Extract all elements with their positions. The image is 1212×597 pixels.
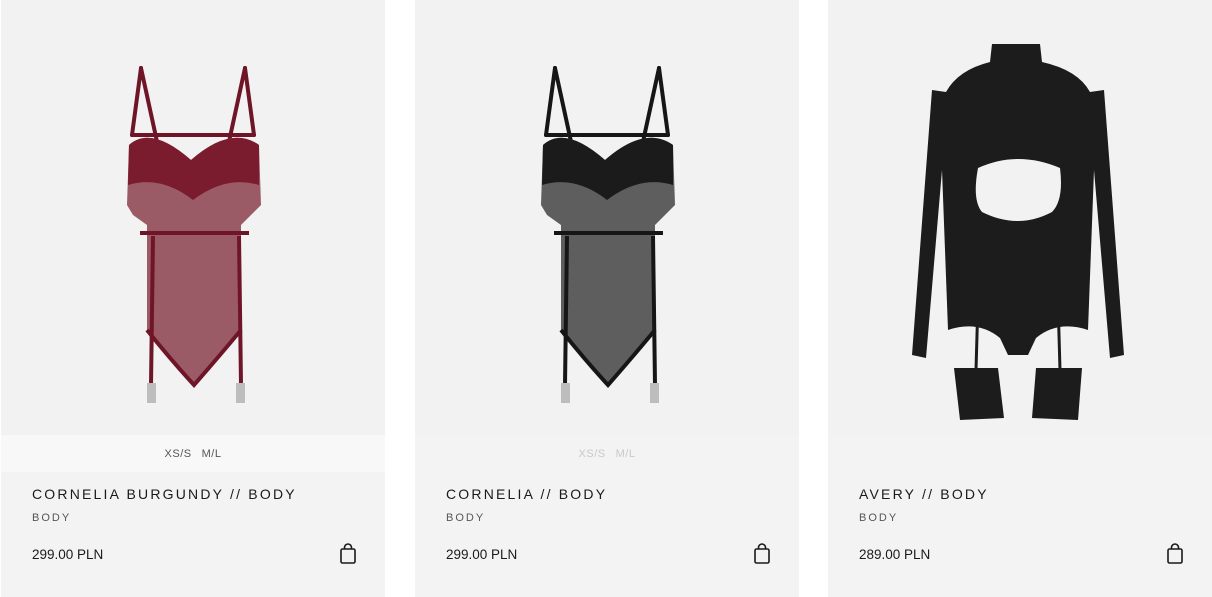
product-photo: [127, 66, 261, 403]
product-image[interactable]: [415, 0, 799, 435]
shopping-bag-icon[interactable]: [752, 543, 772, 565]
size-option[interactable]: XS/S: [579, 448, 606, 460]
product-card[interactable]: XS/S M/L CORNELIA // BODY BODY 299.00 PL…: [415, 0, 799, 597]
size-option[interactable]: M/L: [202, 448, 222, 460]
shopping-bag-icon[interactable]: [338, 543, 358, 565]
product-photo: [912, 44, 1124, 420]
product-category: BODY: [859, 512, 899, 524]
product-category: BODY: [32, 512, 72, 524]
product-name[interactable]: CORNELIA BURGUNDY // BODY: [32, 486, 297, 502]
product-image[interactable]: [828, 0, 1212, 435]
product-card[interactable]: AVERY // BODY BODY 289.00 PLN: [828, 0, 1212, 597]
size-option[interactable]: M/L: [616, 448, 636, 460]
product-name[interactable]: CORNELIA // BODY: [446, 486, 607, 502]
product-price: 299.00 PLN: [446, 547, 518, 562]
size-options: XS/S M/L: [1, 435, 385, 472]
size-option[interactable]: XS/S: [165, 448, 192, 460]
shopping-bag-icon[interactable]: [1165, 543, 1185, 565]
product-image[interactable]: [1, 0, 385, 435]
product-price: 299.00 PLN: [32, 547, 104, 562]
product-price: 289.00 PLN: [859, 547, 931, 562]
product-category: BODY: [446, 512, 486, 524]
product-card[interactable]: XS/S M/L CORNELIA BURGUNDY // BODY BODY …: [1, 0, 385, 597]
product-name[interactable]: AVERY // BODY: [859, 486, 989, 502]
size-options: XS/S M/L: [415, 435, 799, 472]
product-photo: [541, 66, 675, 403]
